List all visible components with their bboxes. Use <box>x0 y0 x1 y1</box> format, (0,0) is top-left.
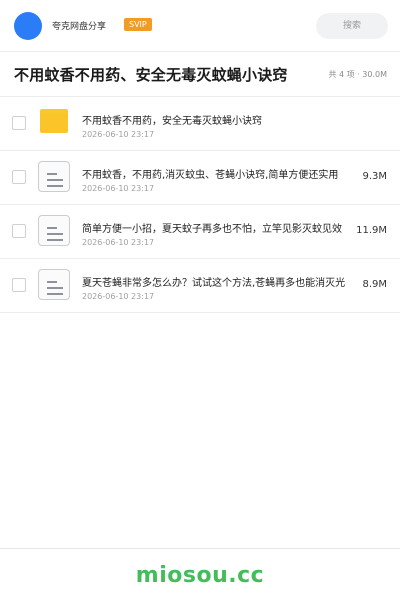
file-size: 9.3M <box>360 171 387 182</box>
file-name[interactable]: 不用蚊香不用药，安全无毒灭蚊蝇小诀窍 <box>82 112 354 127</box>
svip-badge[interactable]: SVIP <box>124 18 152 31</box>
document-icon <box>38 215 70 246</box>
share-title: 夸克网盘分享 <box>52 22 107 32</box>
list-item[interactable]: 不用蚊香不用药，安全无毒灭蚊蝇小诀窍 2026-06-10 23:17 <box>0 97 400 151</box>
file-name[interactable]: 不用蚊香，不用药,消灭蚊虫、苍蝇小诀窍,简单方便还实用 <box>82 166 354 181</box>
file-date: 2026-06-10 23:17 <box>82 292 155 301</box>
folder-title-bar: 不用蚊香不用药、安全无毒灭蚊蝇小诀窍 共 4 项 · 30.0M <box>0 52 400 97</box>
checkbox[interactable] <box>12 224 26 238</box>
avatar[interactable] <box>14 12 42 40</box>
checkbox[interactable] <box>12 278 26 292</box>
file-name[interactable]: 简单方便一小招，夏天蚊子再多也不怕，立竿见影灭蚊见效 <box>82 220 372 235</box>
file-date: 2026-06-10 23:17 <box>82 130 155 139</box>
file-name[interactable]: 夏天苍蝇非常多怎么办？试试这个方法,苍蝇再多也能消灭光 <box>82 274 354 289</box>
checkbox[interactable] <box>12 170 26 184</box>
list-item[interactable]: 不用蚊香，不用药,消灭蚊虫、苍蝇小诀窍,简单方便还实用 2026-06-10 2… <box>0 151 400 205</box>
file-date: 2026-06-10 23:17 <box>82 184 155 193</box>
footer: miosou.cc <box>0 548 400 600</box>
document-icon <box>38 161 70 192</box>
checkbox[interactable] <box>12 116 26 130</box>
site-watermark[interactable]: miosou.cc <box>0 563 400 588</box>
file-size: 8.9M <box>360 279 387 290</box>
top-header: 夸克网盘分享 SVIP 搜索 <box>0 0 400 52</box>
item-summary: 共 4 项 · 30.0M <box>328 70 387 79</box>
file-list: 不用蚊香不用药，安全无毒灭蚊蝇小诀窍 2026-06-10 23:17 不用蚊香… <box>0 97 400 313</box>
search-button[interactable]: 搜索 <box>316 13 388 39</box>
file-date: 2026-06-10 23:17 <box>82 238 155 247</box>
file-size: 11.9M <box>354 225 387 236</box>
folder-icon <box>40 109 68 133</box>
page-title: 不用蚊香不用药、安全无毒灭蚊蝇小诀窍 <box>14 66 288 84</box>
list-item[interactable]: 简单方便一小招，夏天蚊子再多也不怕，立竿见影灭蚊见效 2026-06-10 23… <box>0 205 400 259</box>
document-icon <box>38 269 70 300</box>
list-item[interactable]: 夏天苍蝇非常多怎么办？试试这个方法,苍蝇再多也能消灭光 2026-06-10 2… <box>0 259 400 313</box>
